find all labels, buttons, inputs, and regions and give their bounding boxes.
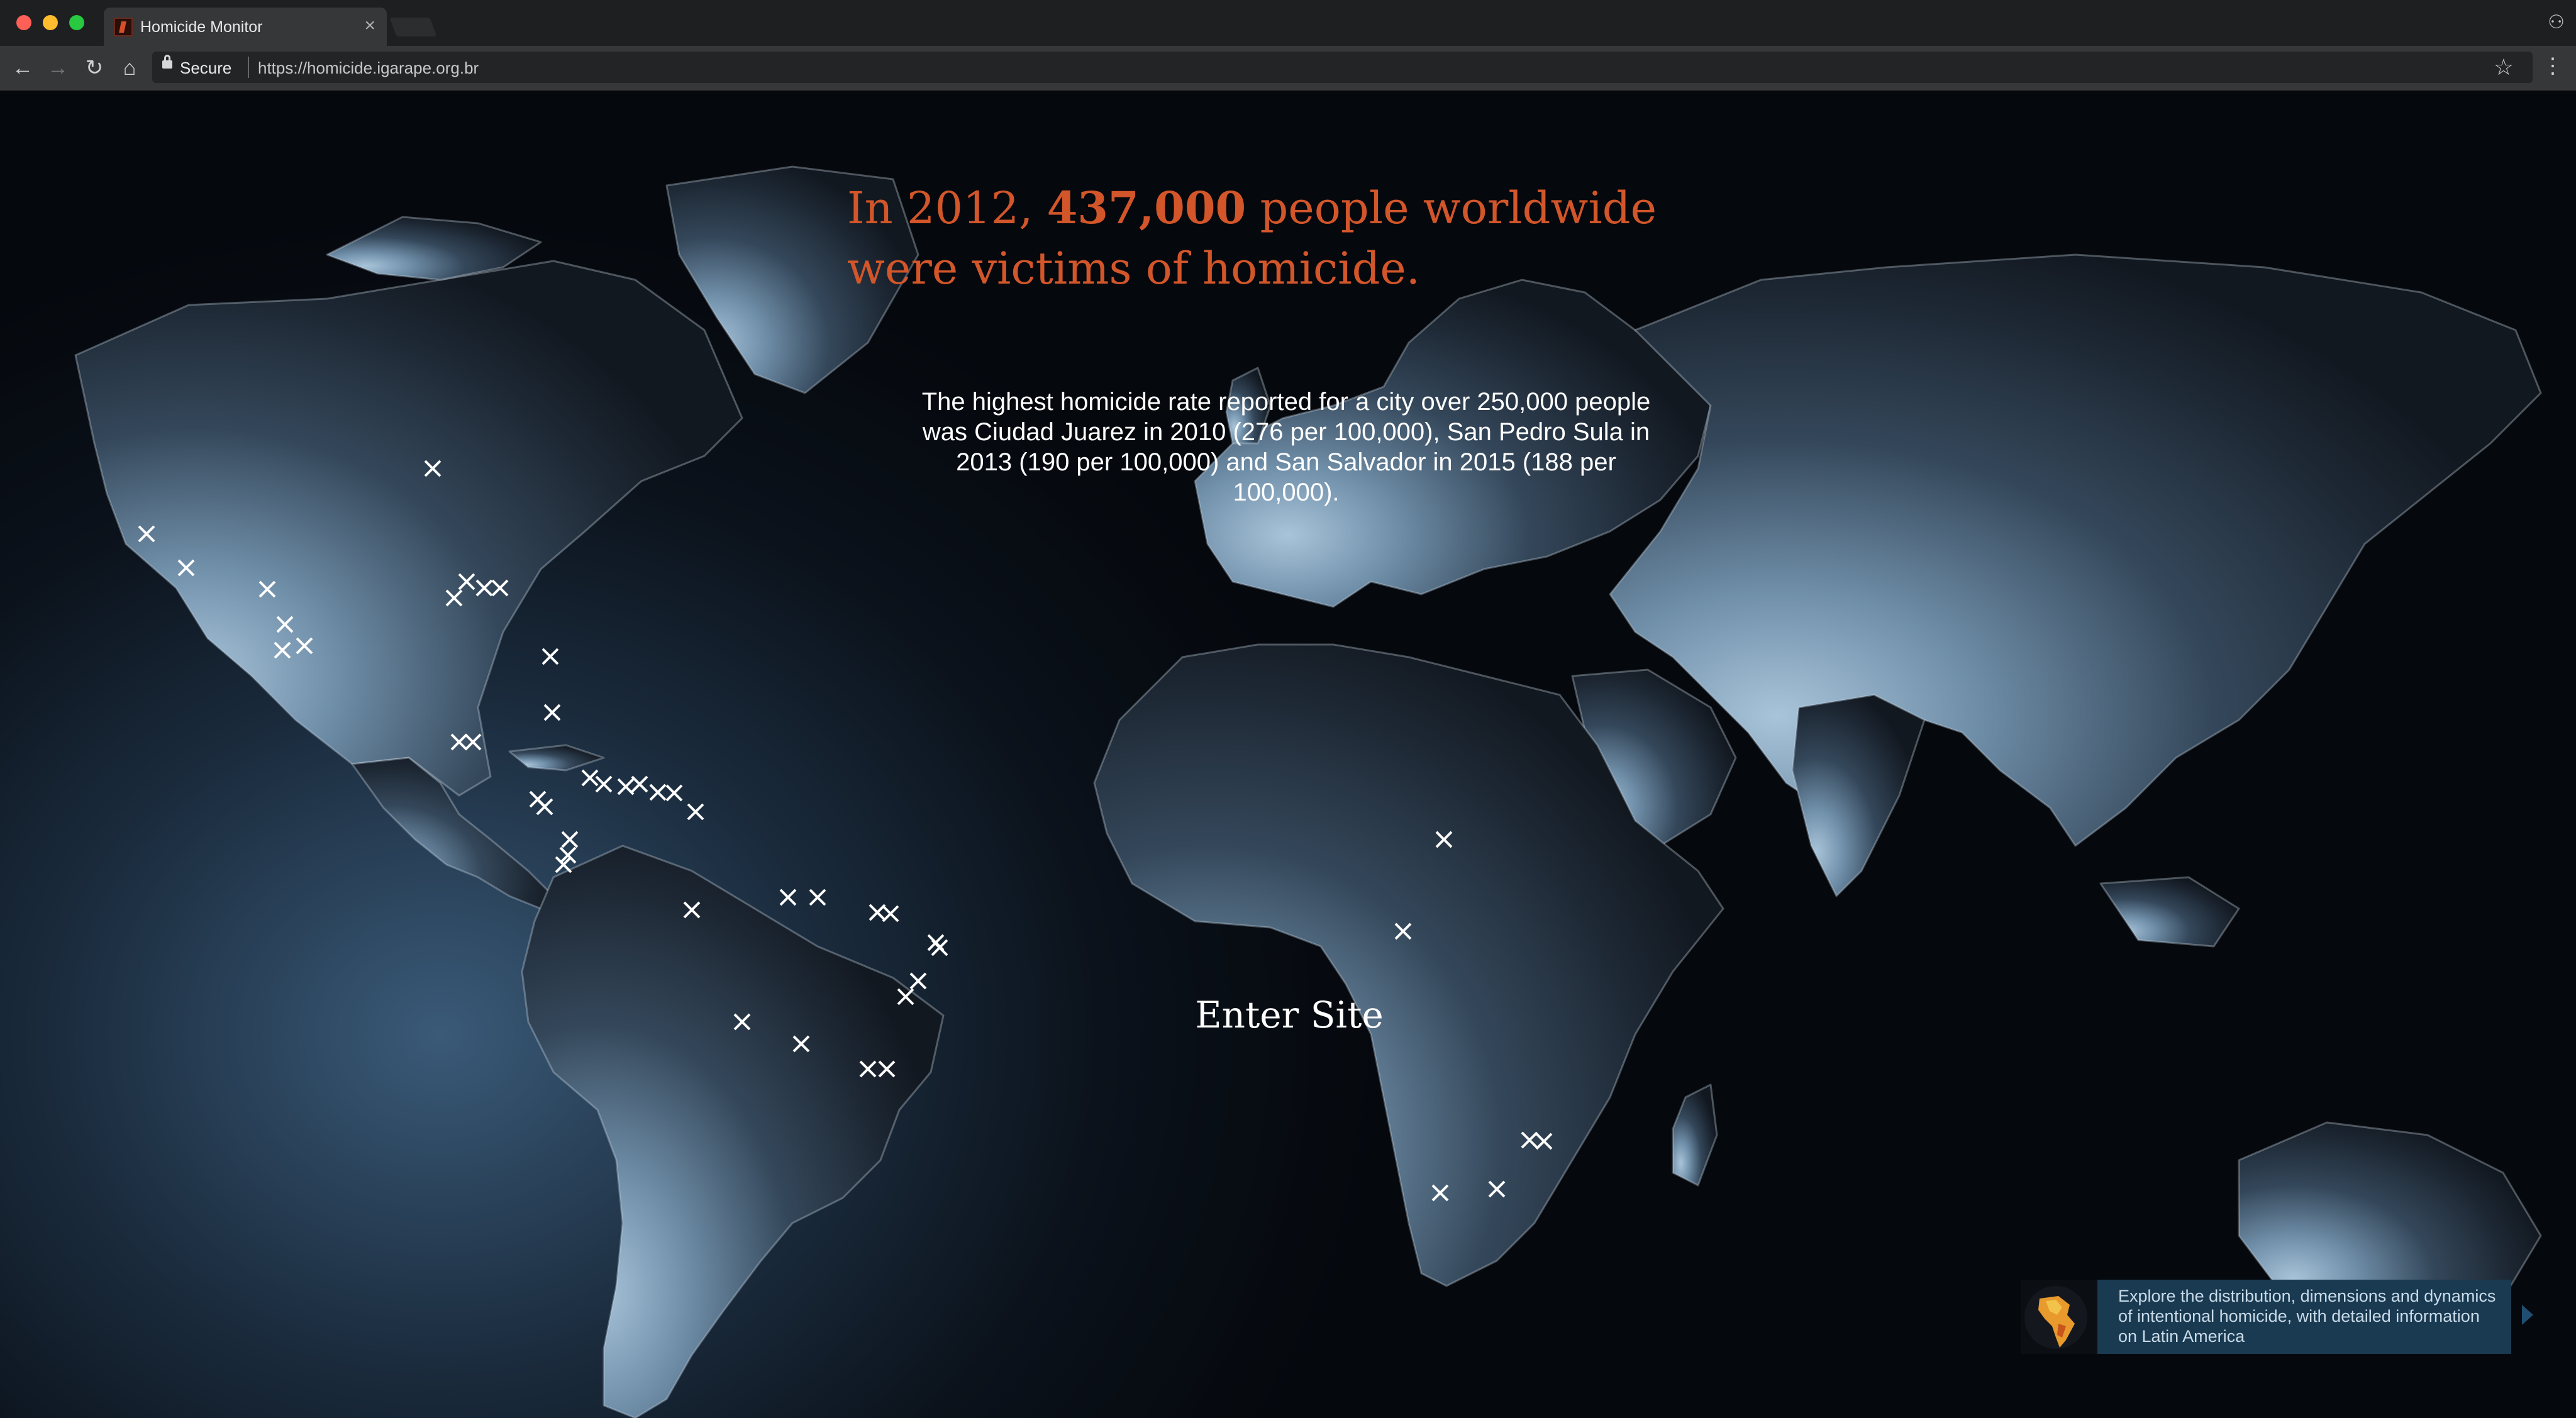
tab-close-icon[interactable]: × [364,16,375,35]
north-america-shape [74,260,743,797]
madagascar-shape [1672,1083,1718,1187]
browser-toolbar: ← → ↻ ⌂ Secure https://homicide.igarape.… [0,46,2576,91]
promo-text: Explore the distribution, dimensions and… [2118,1287,2496,1346]
marker-x-icon [779,889,797,906]
chevron-right-icon[interactable] [2522,1305,2533,1325]
marker-x-icon [561,831,579,848]
url-divider [248,57,249,78]
star-icon[interactable]: ☆ [2494,54,2514,80]
new-tab-button[interactable] [389,18,437,36]
headline-number: 437,000 [1046,182,1246,234]
enter-site-button[interactable]: Enter Site [1182,994,1396,1036]
marker-x-icon [581,769,599,787]
page-content: In 2012, 437,000 people worldwide were v… [0,91,2576,1418]
asia-shape [1609,253,2542,847]
forward-arrow-icon[interactable]: → [44,54,72,82]
marker-x-icon [595,775,613,793]
highest-rate-text: The highest homicide rate reported for a… [921,388,1651,506]
promo-card[interactable]: Explore the distribution, dimensions and… [2021,1280,2511,1354]
profile-icon[interactable]: ⚇ [2548,11,2565,33]
menu-icon[interactable]: ⋮ [2542,52,2563,80]
marker-x-icon [931,939,948,956]
browser-tab[interactable]: Homicide Monitor × [104,8,387,46]
secure-label: Secure [180,58,232,77]
marker-x-icon [909,972,927,990]
marker-x-icon [649,784,667,801]
marker-x-icon [882,905,899,922]
caribbean-shape [508,744,605,772]
globe-icon [2021,1280,2097,1354]
marker-x-icon [617,778,635,795]
window-maximize-button[interactable] [69,15,84,30]
marker-x-icon [541,648,559,665]
marker-x-icon [809,889,826,906]
lock-icon [162,55,172,69]
url-text[interactable]: https://homicide.igarape.org.br [258,58,479,78]
southeast-asia-shape [2099,876,2240,948]
tab-title: Homicide Monitor [140,18,263,36]
reload-icon[interactable]: ↻ [80,54,108,82]
india-shape [1791,694,1926,897]
marker-x-icon [543,704,561,721]
headline: In 2012, 437,000 people worldwide were v… [847,178,1665,299]
browser-titlebar: Homicide Monitor × ⚇ [0,0,2576,46]
marker-x-icon [687,803,704,821]
headline-prefix: In 2012, [847,182,1047,234]
south-america-shape [521,845,945,1418]
favicon-icon [114,18,133,36]
home-icon[interactable]: ⌂ [116,54,143,82]
window-minimize-button[interactable] [43,15,58,30]
window-close-button[interactable] [16,15,31,30]
marker-x-icon [536,798,553,816]
back-arrow-icon[interactable]: ← [9,54,36,82]
address-bar[interactable]: Secure https://homicide.igarape.org.br ☆ [152,52,2533,83]
marker-x-icon [631,775,648,793]
marker-x-icon [665,784,683,802]
